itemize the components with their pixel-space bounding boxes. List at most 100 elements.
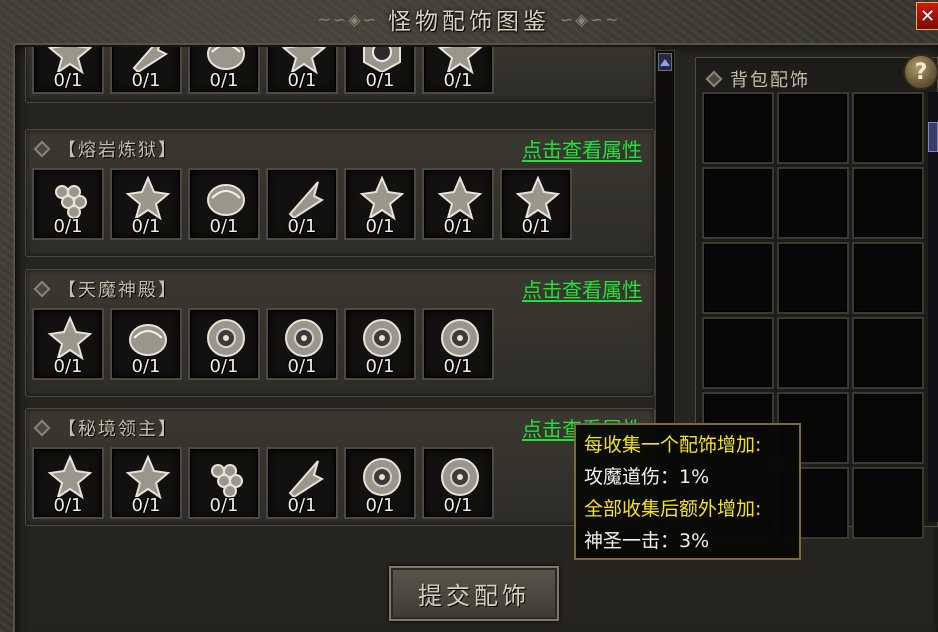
bag-header: 背包配饰: [705, 66, 810, 92]
item-row: 0/1 0/1 0/1 0/1 0/1 0/1: [32, 47, 494, 94]
collect-count: 0/1: [53, 495, 83, 516]
collect-count: 0/1: [443, 356, 473, 377]
item-slot[interactable]: 0/1: [422, 447, 494, 519]
collect-count: 0/1: [131, 495, 161, 516]
collect-count: 0/1: [521, 216, 551, 237]
item-slot[interactable]: 0/1: [266, 47, 338, 94]
collect-count: 0/1: [287, 495, 317, 516]
item-slot[interactable]: 0/1: [344, 447, 416, 519]
tooltip-line: 攻魔道伤：1%: [584, 466, 710, 488]
bag-slot[interactable]: [852, 242, 924, 314]
item-slot[interactable]: 0/1: [110, 447, 182, 519]
close-button[interactable]: ✕: [916, 2, 938, 30]
spider-icon: [47, 454, 93, 500]
item-slot[interactable]: 0/1: [188, 447, 260, 519]
bag-slot[interactable]: [702, 167, 774, 239]
bag-slot[interactable]: [702, 317, 774, 389]
item-slot[interactable]: 0/1: [500, 168, 572, 240]
orb-icon: [129, 324, 167, 356]
grape-icon: [211, 464, 243, 498]
item-slot[interactable]: 0/1: [344, 168, 416, 240]
item-slot[interactable]: 0/1: [32, 308, 104, 380]
item-slot[interactable]: 0/1: [110, 308, 182, 380]
item-slot[interactable]: 0/1: [188, 308, 260, 380]
disc-icon: [207, 319, 245, 357]
tooltip-line: 每收集一个配饰增加:: [584, 434, 762, 456]
collect-count: 0/1: [287, 356, 317, 377]
bag-slot[interactable]: [702, 242, 774, 314]
diamond-icon: [33, 280, 51, 298]
arrow-icon: [288, 181, 325, 220]
item-slot[interactable]: 0/1: [32, 168, 104, 240]
collect-count: 0/1: [131, 216, 161, 237]
bag-slot[interactable]: [777, 92, 849, 164]
collect-count: 0/1: [443, 495, 473, 516]
flower-icon: [437, 175, 483, 221]
diamond-icon: [705, 70, 723, 88]
collect-count: 0/1: [365, 495, 395, 516]
bag-slot[interactable]: [852, 167, 924, 239]
claw-icon: [47, 315, 93, 361]
item-slot[interactable]: 0/1: [266, 168, 338, 240]
item-row: 0/1 0/1 0/1 0/1 0/1 0/1: [32, 447, 494, 519]
item-slot[interactable]: 0/1: [422, 308, 494, 380]
category-name: 【天魔神殿】: [58, 280, 178, 301]
bag-scrollbar[interactable]: [928, 92, 938, 522]
item-slot[interactable]: 0/1: [32, 47, 104, 94]
flame-icon: [125, 454, 171, 500]
collection-list[interactable]: 0/1 0/1 0/1 0/1 0/1 0/1 【熔岩炼狱】 点击查看属性 0/1 0/1 0…: [19, 47, 655, 529]
item-slot[interactable]: 0/1: [188, 47, 260, 94]
item-slot[interactable]: 0/1: [344, 47, 416, 94]
scales-icon: [55, 185, 87, 219]
title-bar: ~∽◈∽ 怪物配饰图鉴 ∽◈∽~: [0, 0, 938, 38]
item-slot[interactable]: 0/1: [32, 447, 104, 519]
item-slot[interactable]: 0/1: [188, 168, 260, 240]
item-slot[interactable]: 0/1: [344, 308, 416, 380]
scroll-up-button[interactable]: [658, 53, 672, 71]
collect-count: 0/1: [287, 70, 317, 91]
disc-icon: [285, 319, 323, 357]
bag-slot[interactable]: [852, 92, 924, 164]
tooltip-line: 神圣一击：3%: [584, 530, 710, 552]
bag-slot[interactable]: [852, 467, 924, 539]
bag-slot[interactable]: [777, 242, 849, 314]
beetle-icon: [125, 175, 171, 221]
help-button[interactable]: ?: [903, 54, 938, 90]
item-slot[interactable]: 0/1: [422, 47, 494, 94]
category-panel-top: 0/1 0/1 0/1 0/1 0/1 0/1: [25, 47, 655, 103]
category-name: 【秘境领主】: [58, 419, 178, 440]
item-slot[interactable]: 0/1: [422, 168, 494, 240]
title-ornament-right: ∽◈∽~: [560, 9, 621, 29]
view-attributes-link[interactable]: 点击查看属性: [522, 274, 642, 303]
collect-count: 0/1: [53, 216, 83, 237]
item-slot[interactable]: 0/1: [266, 447, 338, 519]
item-slot[interactable]: 0/1: [266, 308, 338, 380]
bag-slot[interactable]: [777, 167, 849, 239]
feather-icon: [288, 460, 325, 499]
bag-title: 背包配饰: [730, 70, 810, 91]
shell-icon: [207, 184, 245, 216]
ring-icon: [515, 175, 561, 221]
collect-count: 0/1: [209, 356, 239, 377]
item-slot[interactable]: 0/1: [110, 47, 182, 94]
view-attributes-link[interactable]: 点击查看属性: [522, 134, 642, 163]
title-ornament-left: ~∽◈∽: [317, 9, 378, 29]
bag-scroll-thumb[interactable]: [928, 122, 938, 152]
bag-slot[interactable]: [852, 392, 924, 464]
disc-icon: [441, 319, 479, 357]
diamond-icon: [33, 140, 51, 158]
item-slot[interactable]: 0/1: [110, 168, 182, 240]
category-header: 【熔岩炼狱】: [33, 136, 178, 162]
collect-count: 0/1: [209, 216, 239, 237]
bag-slot[interactable]: [702, 92, 774, 164]
item-row: 0/1 0/1 0/1 0/1 0/1 0/1: [32, 308, 494, 380]
category-panel-demon-palace: 【天魔神殿】 点击查看属性 0/1 0/1 0/1 0/1 0/1 0/1: [25, 269, 655, 397]
collect-count: 0/1: [365, 356, 395, 377]
bag-slot[interactable]: [852, 317, 924, 389]
tooltip-line: 全部收集后额外增加:: [584, 498, 762, 520]
collect-count: 0/1: [131, 356, 161, 377]
submit-accessories-button[interactable]: 提交配饰: [389, 566, 559, 621]
wing-icon: [359, 175, 405, 221]
bag-slot[interactable]: [777, 317, 849, 389]
bonus-tooltip: 每收集一个配饰增加: 攻魔道伤：1% 全部收集后额外增加: 神圣一击：3%: [574, 423, 801, 560]
